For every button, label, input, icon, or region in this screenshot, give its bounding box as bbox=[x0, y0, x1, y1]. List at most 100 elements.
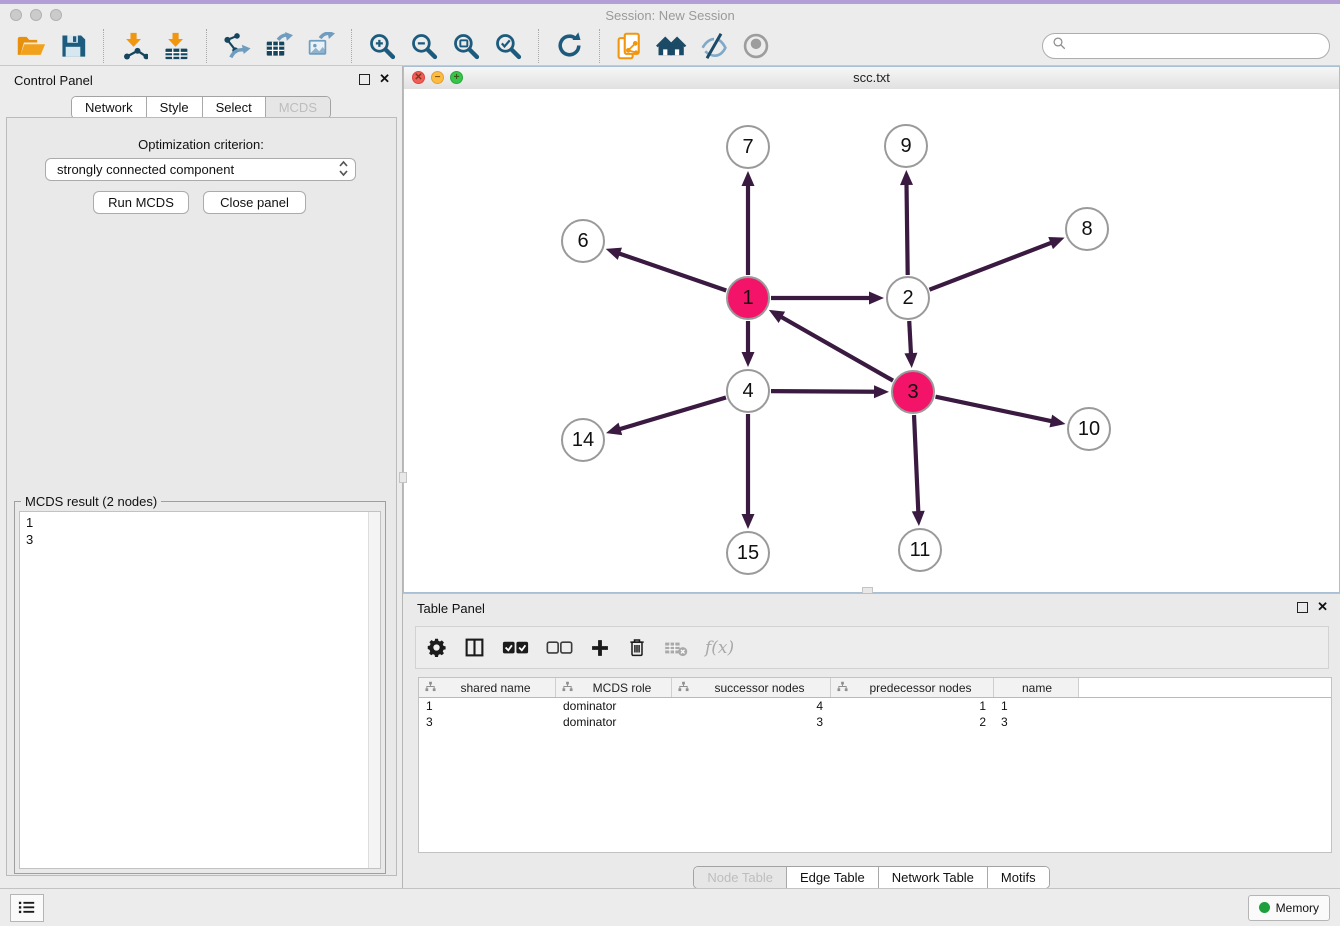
column-header-shared-name[interactable]: shared name bbox=[419, 678, 556, 697]
mcds-result-title: MCDS result (2 nodes) bbox=[21, 494, 161, 509]
graph-node-15[interactable]: 15 bbox=[726, 531, 770, 575]
refresh-layout-icon[interactable] bbox=[553, 30, 585, 62]
graph-node-1[interactable]: 1 bbox=[726, 276, 770, 320]
toolbar-separator bbox=[538, 29, 539, 63]
deselect-all-icon[interactable] bbox=[546, 639, 573, 657]
table-cell[interactable]: dominator bbox=[556, 699, 672, 713]
network-frame-titlebar[interactable]: ✕ − + scc.txt bbox=[404, 67, 1339, 90]
tab-network-table[interactable]: Network Table bbox=[879, 867, 988, 888]
search-box[interactable] bbox=[1042, 33, 1330, 59]
column-header-name[interactable]: name bbox=[994, 678, 1079, 697]
network-close-icon[interactable]: ✕ bbox=[412, 71, 425, 84]
table-panel-tabs: Node TableEdge TableNetwork TableMotifs bbox=[693, 866, 1049, 889]
function-builder-icon[interactable]: f(x) bbox=[705, 638, 734, 658]
table-cell[interactable]: 1 bbox=[419, 699, 556, 713]
table-cell[interactable]: 1 bbox=[994, 699, 1079, 713]
network-title: scc.txt bbox=[404, 67, 1339, 88]
network-canvas[interactable]: 7 9 6 8 1 2 4 3 14 10 15 11 bbox=[404, 89, 1339, 592]
network-view-frame: ✕ − + scc.txt 7 9 6 8 1 2 4 3 14 10 15 11 bbox=[403, 66, 1340, 593]
tab-network[interactable]: Network bbox=[72, 97, 147, 118]
float-table-panel-icon[interactable] bbox=[1297, 602, 1308, 613]
save-session-icon[interactable] bbox=[57, 30, 89, 62]
close-panel-icon[interactable]: ✕ bbox=[379, 73, 390, 85]
network-overview-icon[interactable] bbox=[656, 30, 688, 62]
run-mcds-button[interactable]: Run MCDS bbox=[93, 191, 189, 214]
clone-network-icon[interactable] bbox=[614, 30, 646, 62]
close-table-panel-icon[interactable]: ✕ bbox=[1317, 601, 1328, 613]
column-header-predecessor-nodes[interactable]: predecessor nodes bbox=[831, 678, 994, 697]
result-scrollbar[interactable] bbox=[368, 512, 380, 868]
tab-node-table[interactable]: Node Table bbox=[694, 867, 787, 888]
export-network-icon[interactable] bbox=[221, 30, 253, 62]
network-maximize-icon[interactable]: + bbox=[450, 71, 463, 84]
zoom-fit-icon[interactable] bbox=[450, 30, 482, 62]
select-all-icon[interactable] bbox=[502, 639, 529, 657]
graph-node-2[interactable]: 2 bbox=[886, 276, 930, 320]
delete-column-icon[interactable] bbox=[627, 637, 647, 658]
export-image-icon[interactable] bbox=[305, 30, 337, 62]
attribute-tree-icon bbox=[678, 681, 689, 695]
titlebar: Session: New Session bbox=[0, 4, 1340, 26]
graph-edges bbox=[404, 89, 1339, 592]
table-header-row: shared nameMCDS rolesuccessor nodesprede… bbox=[419, 678, 1331, 698]
zoom-selected-icon[interactable] bbox=[492, 30, 524, 62]
table-cell[interactable]: 3 bbox=[994, 715, 1079, 729]
table-cell[interactable]: 1 bbox=[831, 699, 994, 713]
node-table[interactable]: shared nameMCDS rolesuccessor nodesprede… bbox=[418, 677, 1332, 853]
tab-select[interactable]: Select bbox=[203, 97, 266, 118]
graph-node-11[interactable]: 11 bbox=[898, 528, 942, 572]
graph-node-8[interactable]: 8 bbox=[1065, 207, 1109, 251]
column-header-successor-nodes[interactable]: successor nodes bbox=[672, 678, 831, 697]
tab-motifs[interactable]: Motifs bbox=[988, 867, 1049, 888]
table-cell[interactable]: dominator bbox=[556, 715, 672, 729]
tab-mcds[interactable]: MCDS bbox=[266, 97, 330, 118]
float-panel-icon[interactable] bbox=[359, 74, 370, 85]
graph-node-9[interactable]: 9 bbox=[884, 124, 928, 168]
mcds-result-textarea[interactable]: 13 bbox=[19, 511, 381, 869]
memory-label: Memory bbox=[1276, 901, 1319, 915]
task-history-button[interactable] bbox=[10, 894, 44, 922]
graph-node-7[interactable]: 7 bbox=[726, 125, 770, 169]
search-input[interactable] bbox=[1072, 37, 1320, 54]
main-toolbar bbox=[0, 26, 1340, 66]
column-layout-icon[interactable] bbox=[464, 637, 485, 658]
control-panel: Control Panel ✕ NetworkStyleSelectMCDS O… bbox=[0, 66, 403, 888]
settings-gear-icon[interactable] bbox=[426, 637, 447, 658]
zoom-out-icon[interactable] bbox=[408, 30, 440, 62]
search-icon bbox=[1052, 36, 1067, 56]
graph-node-14[interactable]: 14 bbox=[561, 418, 605, 462]
hide-graphics-eye-icon[interactable] bbox=[698, 30, 730, 62]
table-row[interactable]: 3dominator323 bbox=[419, 714, 1331, 730]
memory-status-icon bbox=[1259, 902, 1270, 913]
criterion-dropdown-value: strongly connected component bbox=[57, 162, 234, 177]
attribute-tree-icon bbox=[837, 681, 848, 695]
network-minimize-icon[interactable]: − bbox=[431, 71, 444, 84]
import-network-icon[interactable] bbox=[118, 30, 150, 62]
table-cell[interactable]: 4 bbox=[672, 699, 831, 713]
toolbar-separator bbox=[103, 29, 104, 63]
close-panel-button[interactable]: Close panel bbox=[203, 191, 306, 214]
criterion-dropdown[interactable]: strongly connected component bbox=[45, 158, 356, 181]
control-panel-tabs: NetworkStyleSelectMCDS bbox=[71, 96, 331, 119]
column-header-MCDS-role[interactable]: MCDS role bbox=[556, 678, 672, 697]
table-cell[interactable]: 2 bbox=[831, 715, 994, 729]
show-graphics-eye-icon[interactable] bbox=[740, 30, 772, 62]
vertical-splitter-handle[interactable] bbox=[399, 472, 407, 483]
tab-edge-table[interactable]: Edge Table bbox=[787, 867, 879, 888]
add-column-icon[interactable] bbox=[590, 638, 610, 658]
export-table-icon[interactable] bbox=[263, 30, 295, 62]
table-cell[interactable]: 3 bbox=[419, 715, 556, 729]
import-table-icon[interactable] bbox=[160, 30, 192, 62]
tab-style[interactable]: Style bbox=[147, 97, 203, 118]
attribute-tree-icon bbox=[562, 681, 573, 695]
memory-button[interactable]: Memory bbox=[1248, 895, 1330, 921]
delete-table-icon[interactable] bbox=[664, 639, 688, 657]
table-row[interactable]: 1dominator411 bbox=[419, 698, 1331, 714]
table-cell[interactable]: 3 bbox=[672, 715, 831, 729]
graph-node-4[interactable]: 4 bbox=[726, 369, 770, 413]
graph-node-10[interactable]: 10 bbox=[1067, 407, 1111, 451]
open-file-icon[interactable] bbox=[15, 30, 47, 62]
graph-node-3[interactable]: 3 bbox=[891, 370, 935, 414]
graph-node-6[interactable]: 6 bbox=[561, 219, 605, 263]
zoom-in-icon[interactable] bbox=[366, 30, 398, 62]
